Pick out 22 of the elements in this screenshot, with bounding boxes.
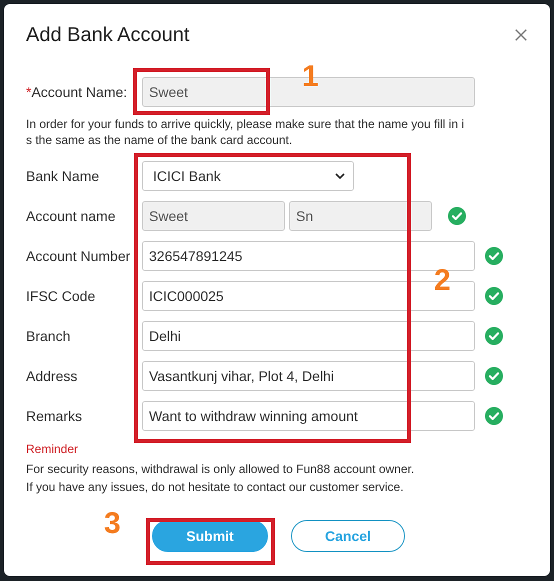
- field-label: Branch: [26, 328, 72, 344]
- field-label: Account name: [26, 208, 116, 224]
- dropdown[interactable]: ICICI Bank: [142, 161, 354, 191]
- required-mark: *: [26, 84, 32, 100]
- close-icon[interactable]: [514, 28, 528, 42]
- input-field[interactable]: Vasantkunj vihar, Plot 4, Delhi: [142, 361, 475, 391]
- field-label: IFSC Code: [26, 288, 96, 304]
- step-number: 3: [104, 509, 121, 539]
- input-field[interactable]: Want to withdraw winning amount: [142, 401, 475, 431]
- reminder-title: Reminder: [26, 442, 80, 456]
- input-field[interactable]: Sweet: [142, 201, 285, 231]
- field-label: Account Number: [26, 248, 132, 264]
- dialog-title: Add Bank Account: [26, 24, 190, 46]
- input-field[interactable]: Delhi: [142, 321, 475, 351]
- field-label: Bank Name: [26, 168, 100, 184]
- caret-icon: [335, 173, 345, 179]
- hint-text: In order for your funds to arrive quickly, please make sure that the name you fill in i s the same as the name of the bank card account.: [26, 116, 465, 148]
- field-label: Remarks: [26, 408, 84, 424]
- reminder-text: For security reasons, withdrawal is only allowed to Fun88 account owner. If you have any issues, do not hesitate to contact our customer service.: [26, 461, 416, 496]
- input-field[interactable]: Sn: [289, 201, 432, 231]
- field-label: Address: [26, 368, 78, 384]
- label-text: Account Name:: [31, 84, 128, 100]
